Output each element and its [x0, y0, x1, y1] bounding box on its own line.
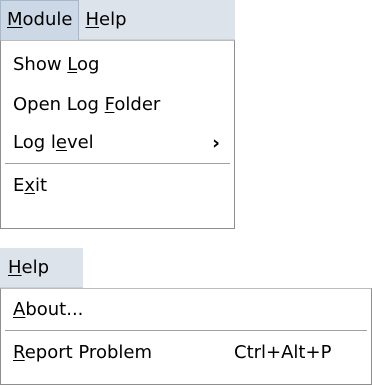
menu-item-label: Log level [13, 132, 94, 153]
menu-item-log-level[interactable]: Log level › [1, 125, 234, 161]
help-dropdown-menu: About... Report Problem Ctrl+Alt+P [0, 288, 372, 385]
module-dropdown-menu: Show Log Open Log Folder Log level › Exit [0, 40, 235, 229]
menubar: Help [0, 248, 83, 288]
shortcut-label: Ctrl+Alt+P [234, 342, 332, 363]
menu-item-report-problem[interactable]: Report Problem Ctrl+Alt+P [1, 333, 371, 373]
menu-item-show-log[interactable]: Show Log [1, 45, 234, 85]
menubar-help[interactable]: Help [79, 0, 132, 40]
help-menu-screenshot: Help About... Report Problem Ctrl+Alt+P [0, 248, 372, 385]
menu-item-open-log-folder[interactable]: Open Log Folder [1, 85, 234, 125]
menubar-module-label: Module [7, 9, 73, 30]
menubar: Module Help [0, 0, 235, 40]
menu-separator [5, 330, 367, 331]
menu-item-label: Exit [13, 175, 48, 196]
menu-separator [5, 163, 230, 164]
menubar-help-label: Help [85, 9, 127, 30]
menu-item-about[interactable]: About... [1, 292, 371, 328]
submenu-arrow-icon: › [212, 132, 220, 154]
menu-item-label: Open Log Folder [13, 94, 161, 115]
menubar-help[interactable]: Help [0, 248, 55, 288]
menu-item-exit[interactable]: Exit [1, 166, 234, 206]
menu-item-label: Report Problem [13, 342, 152, 363]
menu-item-label: Show Log [13, 54, 100, 75]
module-menu-screenshot: Module Help Show Log Open Log Folder Log… [0, 0, 235, 229]
menubar-module[interactable]: Module [0, 0, 80, 40]
menu-item-label: About... [13, 299, 84, 320]
menubar-help-label: Help [8, 257, 50, 278]
